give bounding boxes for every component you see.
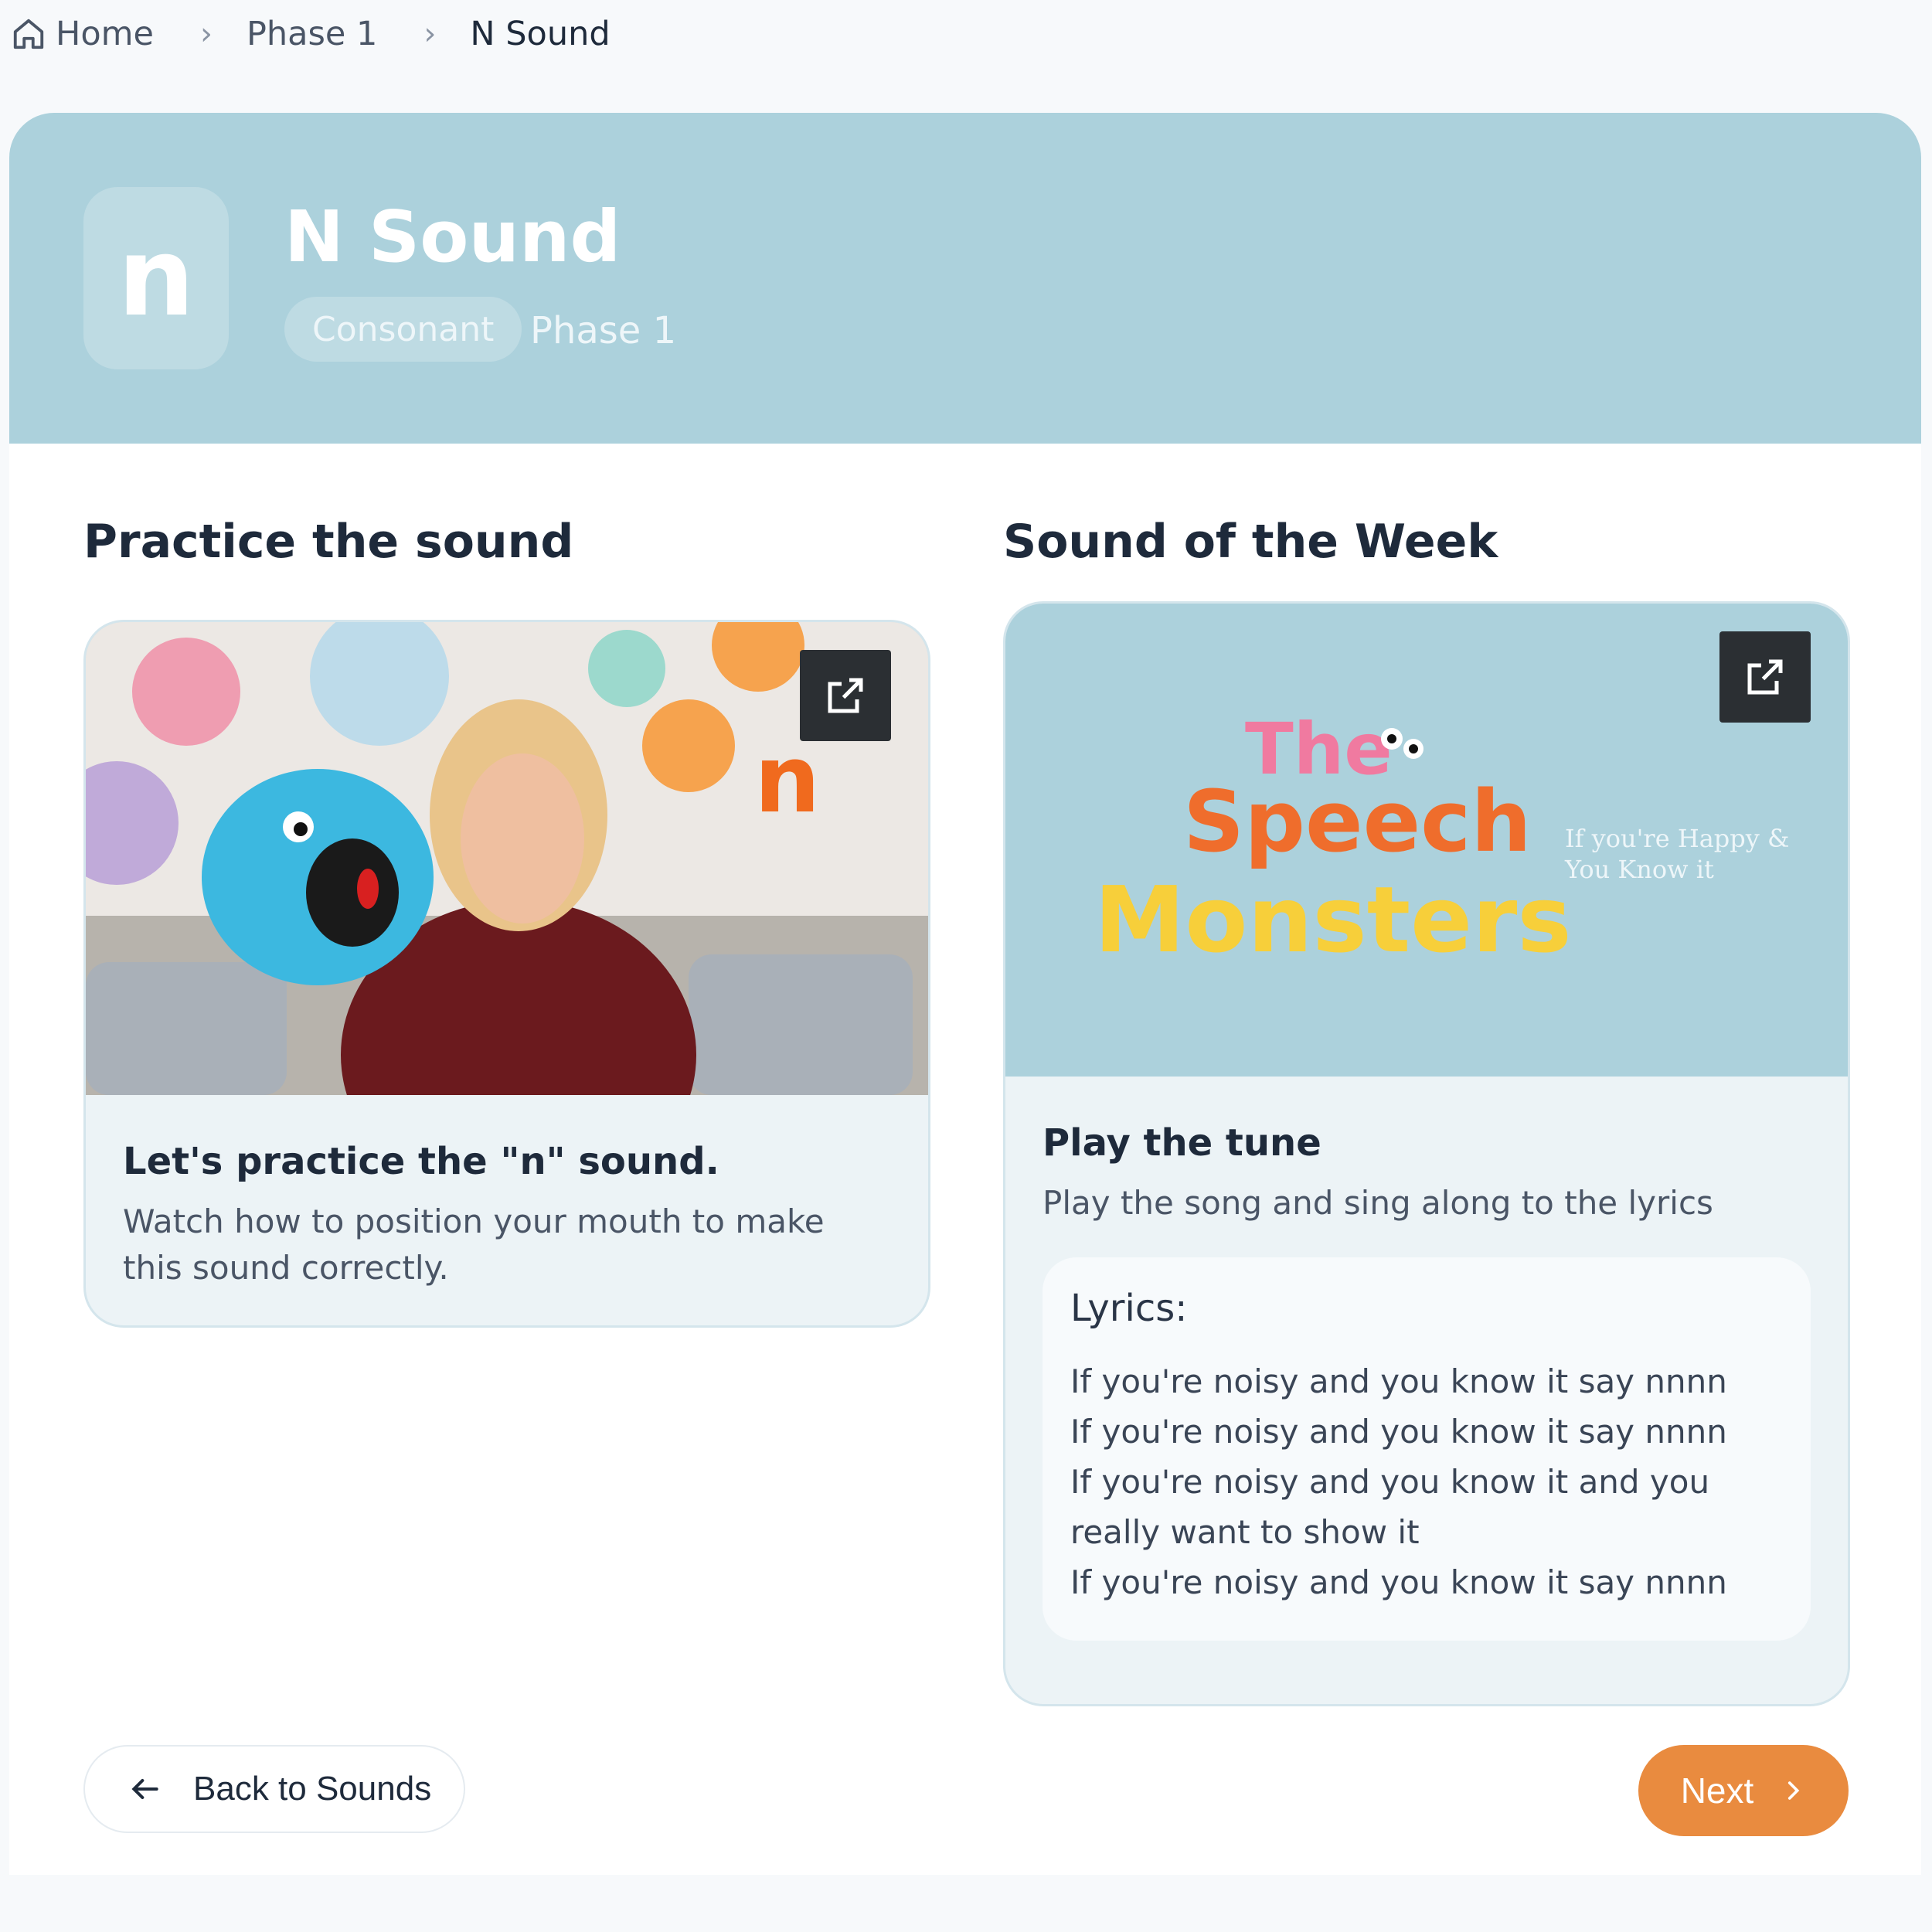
open-song-video-button[interactable]	[1719, 631, 1811, 723]
open-practice-video-button[interactable]	[800, 650, 891, 741]
breadcrumb-current: N Sound	[470, 15, 611, 53]
sound-hero: n N Sound Consonant Phase 1	[9, 113, 1921, 444]
song-description: Play the song and sing along to the lyri…	[1043, 1184, 1713, 1222]
svg-text:If you're Happy &: If you're Happy &	[1565, 824, 1790, 853]
video-overlay-letter: n	[754, 726, 820, 834]
next-button[interactable]: Next	[1638, 1745, 1849, 1836]
practice-heading: Let's practice the "n" sound.	[123, 1140, 719, 1183]
external-link-icon	[828, 678, 863, 713]
chevron-right-icon: ›	[199, 16, 213, 52]
svg-text:Monsters: Monsters	[1094, 866, 1572, 973]
lyrics-list: If you're noisy and you know it say nnnn…	[1070, 1356, 1789, 1607]
lyric-line: If you're noisy and you know it say nnnn	[1070, 1563, 1727, 1601]
song-heading: Play the tune	[1043, 1121, 1321, 1165]
practice-section-title: Practice the sound	[83, 515, 574, 569]
breadcrumb-home-label: Home	[56, 15, 154, 53]
lyric-line: If you're noisy and you know it say nnnn	[1070, 1362, 1727, 1400]
arrow-left-icon	[131, 1778, 158, 1800]
svg-text:You Know it: You Know it	[1564, 855, 1714, 884]
sound-phase-label: Phase 1	[530, 309, 677, 352]
week-section-title: Sound of the Week	[1003, 515, 1498, 569]
svg-text:Speech: Speech	[1183, 772, 1532, 871]
practice-description: Watch how to position your mouth to make…	[123, 1202, 825, 1287]
breadcrumb-phase[interactable]: Phase 1	[247, 15, 377, 53]
practice-video-card[interactable]: n Let's practice the "n" sound. Watch ho…	[83, 620, 930, 1328]
sound-type-badge: Consonant	[284, 297, 522, 362]
sound-letter-tile: n	[83, 187, 229, 369]
chevron-right-icon	[1788, 1781, 1800, 1800]
breadcrumb: Home › Phase 1 › N Sound	[11, 11, 611, 57]
back-to-sounds-button[interactable]: Back to Sounds	[83, 1745, 465, 1833]
lyrics-title: Lyrics:	[1070, 1287, 1188, 1330]
home-icon	[13, 19, 44, 49]
page-title: N Sound	[284, 196, 621, 278]
external-link-icon	[1747, 659, 1783, 695]
sound-card: n N Sound Consonant Phase 1 Practice the…	[9, 113, 1921, 1875]
breadcrumb-home[interactable]: Home	[11, 15, 154, 53]
chevron-right-icon: ›	[423, 16, 437, 52]
next-button-label: Next	[1680, 1770, 1754, 1811]
sound-of-week-card: The Speech Monsters If you're Happy & Yo…	[1003, 601, 1850, 1706]
lyric-line: If you're noisy and you know it say nnnn	[1070, 1413, 1727, 1451]
back-button-label: Back to Sounds	[193, 1770, 432, 1808]
lyric-line: If you're noisy and you know it and you …	[1070, 1463, 1710, 1551]
lyrics-box: Lyrics: If you're noisy and you know it …	[1043, 1257, 1811, 1641]
